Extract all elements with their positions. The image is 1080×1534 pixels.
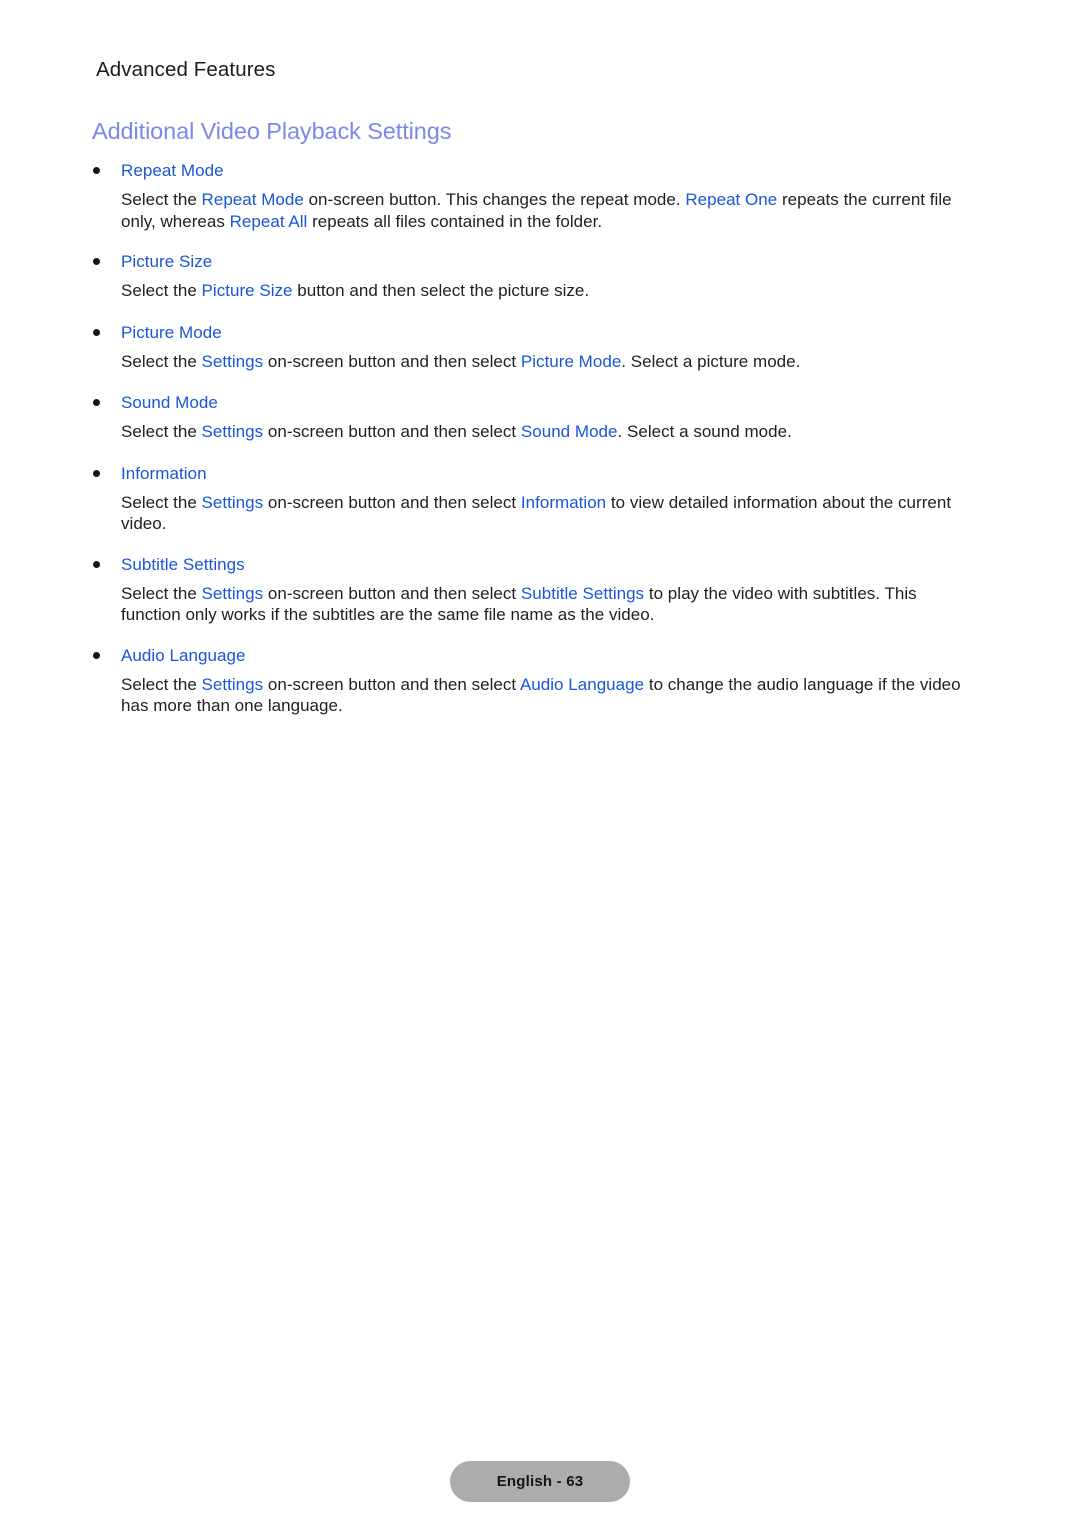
body-text-run: Select the xyxy=(121,583,202,603)
entry-heading-label: Audio Language xyxy=(121,645,246,665)
inline-reference: Repeat All xyxy=(229,211,308,231)
inline-reference: Repeat One xyxy=(685,190,778,209)
bullet-icon xyxy=(93,560,100,568)
entry-heading: Subtitle Settings xyxy=(0,554,1080,575)
entry-heading: Sound Mode xyxy=(0,392,1080,413)
body-text-run: on-screen button and then select xyxy=(263,351,521,371)
page-title: Additional Video Playback Settings xyxy=(92,118,452,144)
entry-heading-label: Information xyxy=(121,463,207,483)
entry-body-text: Select the Repeat Mode on-screen button.… xyxy=(0,189,1080,232)
list-item: Picture Mode Select the Settings on-scree… xyxy=(0,322,1080,373)
body-text-run: Select the xyxy=(121,281,202,300)
body-text-run: on-screen button and then select xyxy=(263,422,521,441)
page-footer-badge: English - 63 xyxy=(450,1461,630,1502)
entry-heading-label: Picture Size xyxy=(121,252,213,271)
chapter-title: Advanced Features xyxy=(96,58,276,81)
entry-body-text: Select the Settings on-screen button and… xyxy=(0,351,1080,373)
list-item: Sound Mode Select the Settings on-screen … xyxy=(0,392,1080,443)
entry-body-text: Select the Settings on-screen button and… xyxy=(0,583,1080,626)
entry-heading: Information xyxy=(0,463,1080,484)
body-text-run: button and then select the picture size. xyxy=(292,281,590,300)
list-item: Audio Language Select the Settings on-scr… xyxy=(0,645,1080,717)
bullet-icon xyxy=(93,399,100,406)
entry-body-text: Select the Settings on-screen button and… xyxy=(0,674,1080,717)
inline-reference: Repeat Mode xyxy=(201,190,304,209)
body-text-run: Select the xyxy=(121,674,202,694)
entry-heading-label: Sound Mode xyxy=(121,393,218,412)
body-text-run: repeats all files contained in the folde… xyxy=(307,211,603,231)
entry-body-text: Select the Picture Size button and then … xyxy=(0,280,1080,302)
inline-reference: Settings xyxy=(201,492,264,512)
inline-reference: Picture Size xyxy=(201,281,293,300)
list-item: Repeat Mode Select the Repeat Mode on-scr… xyxy=(0,160,1080,232)
body-text-run: on-screen button. This changes the repea… xyxy=(303,190,686,209)
body-text-run: Select the xyxy=(121,422,202,441)
entry-body-text: Select the Settings on-screen button and… xyxy=(0,492,1080,535)
body-text-run: on-screen button and then select xyxy=(263,583,521,603)
bullet-icon xyxy=(93,651,100,659)
inline-reference: Sound Mode xyxy=(520,422,618,441)
inline-reference: Settings xyxy=(201,583,264,603)
entry-body-text: Select the Settings on-screen button and… xyxy=(0,421,1080,443)
inline-reference: Audio Language xyxy=(519,674,645,694)
body-text-run: Select the xyxy=(121,351,202,371)
body-text-run: Select the xyxy=(121,190,202,209)
entry-heading: Picture Mode xyxy=(0,322,1080,343)
body-text-run: on-screen button and then select xyxy=(263,674,520,694)
entry-heading-label: Subtitle Settings xyxy=(121,554,245,574)
inline-reference: Settings xyxy=(201,422,264,441)
entry-heading: Repeat Mode xyxy=(0,160,1080,181)
inline-reference: Subtitle Settings xyxy=(520,583,645,603)
body-text-run: Select the xyxy=(121,492,202,512)
inline-reference: Information xyxy=(520,492,607,512)
inline-reference: Settings xyxy=(201,674,264,694)
entry-heading: Picture Size xyxy=(0,251,1080,272)
body-text-run: . Select a sound mode. xyxy=(617,422,792,441)
content-list: Repeat Mode Select the Repeat Mode on-scr… xyxy=(0,160,1080,717)
list-item: Information Select the Settings on-screen… xyxy=(0,463,1080,535)
bullet-icon xyxy=(93,167,100,174)
list-item: Subtitle Settings Select the Settings on-… xyxy=(0,554,1080,626)
body-text-run: . Select a picture mode. xyxy=(621,351,801,371)
document-page: Advanced Features Additional Video Playb… xyxy=(0,0,1080,1534)
entry-heading: Audio Language xyxy=(0,645,1080,666)
bullet-icon xyxy=(93,328,100,336)
inline-reference: Settings xyxy=(201,351,264,371)
bullet-icon xyxy=(93,469,100,477)
body-text-run: on-screen button and then select xyxy=(263,492,521,512)
bullet-icon xyxy=(93,258,100,265)
inline-reference: Picture Mode xyxy=(520,351,622,371)
list-item: Picture Size Select the Picture Size butt… xyxy=(0,251,1080,302)
page-number-label: English - 63 xyxy=(496,1473,584,1490)
entry-heading-label: Picture Mode xyxy=(121,322,222,342)
entry-heading-label: Repeat Mode xyxy=(121,161,224,180)
